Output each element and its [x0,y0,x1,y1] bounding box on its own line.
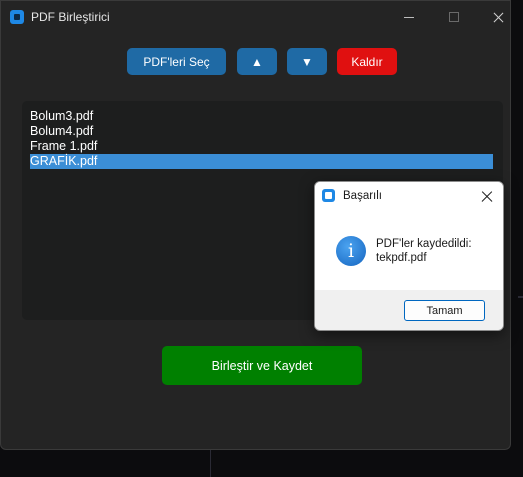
desktop-divider [210,450,211,477]
dialog-message: PDF'ler kaydedildi: tekpdf.pdf [376,237,472,265]
select-pdfs-button[interactable]: PDF'leri Seç [127,48,226,75]
info-icon: i [336,236,366,266]
minimize-icon[interactable] [398,7,420,27]
remove-button[interactable]: Kaldır [337,48,397,75]
dialog-message-line1: PDF'ler kaydedildi: [376,238,472,250]
move-down-button[interactable]: ▼ [287,48,327,75]
dialog-body: i PDF'ler kaydedildi: tekpdf.pdf [315,210,503,290]
dialog-title-bar[interactable]: Başarılı [315,182,503,210]
dialog-app-icon [322,189,335,202]
merge-save-button[interactable]: Birleştir ve Kaydet [162,346,362,385]
list-item[interactable]: Bolum3.pdf [30,109,493,124]
app-icon [10,10,24,24]
dialog-footer: Tamam [315,290,503,330]
dialog-close-icon[interactable] [478,187,496,205]
ok-button[interactable]: Tamam [404,300,485,321]
maximize-icon[interactable] [443,7,465,27]
success-dialog: Başarılı i PDF'ler kaydedildi: tekpdf.pd… [314,181,504,331]
dialog-message-line2: tekpdf.pdf [376,252,427,264]
title-bar[interactable]: PDF Birleştirici [1,1,510,34]
dialog-title: Başarılı [343,190,382,202]
list-item[interactable]: Bolum4.pdf [30,124,493,139]
desktop-edge [518,296,523,298]
list-item[interactable]: Frame 1.pdf [30,139,493,154]
close-icon[interactable] [488,7,510,27]
window-title: PDF Birleştirici [31,10,110,24]
list-item-selected[interactable]: GRAFİK.pdf [30,154,493,169]
move-up-button[interactable]: ▲ [237,48,277,75]
